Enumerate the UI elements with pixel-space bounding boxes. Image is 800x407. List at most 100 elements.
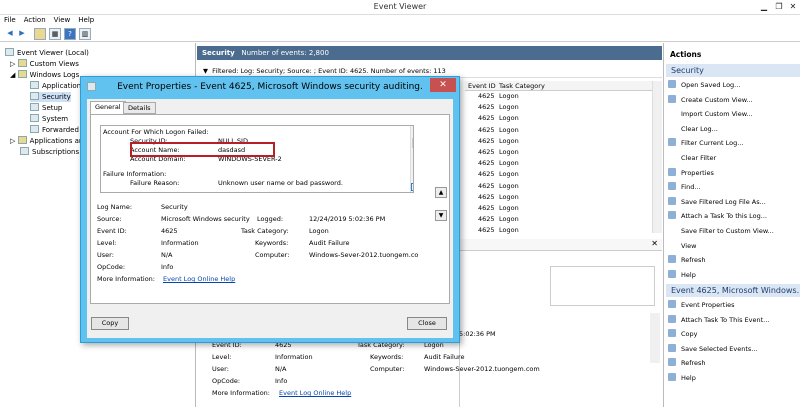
table-row[interactable]: 4625 Logon xyxy=(465,103,655,114)
copy-button[interactable]: Copy xyxy=(91,317,129,330)
action-label: Attach Task To This Event... xyxy=(681,315,770,324)
table-row[interactable]: 4625 Logon xyxy=(465,193,655,204)
log-icon xyxy=(30,103,39,111)
action-item[interactable]: Clear Filter xyxy=(668,152,716,164)
action-item[interactable]: Help xyxy=(668,269,696,281)
field-eventid-label: Event ID: xyxy=(97,227,127,235)
action-item[interactable]: Attach Task To This Event... xyxy=(668,314,769,326)
table-row[interactable]: 4625 Logon xyxy=(465,159,655,170)
action-label: Save Selected Events... xyxy=(681,344,758,353)
help-icon[interactable]: ? xyxy=(64,28,76,40)
row-task-category: Logon xyxy=(499,181,519,190)
table-row[interactable]: 4625 Logon xyxy=(465,204,655,215)
action-icon xyxy=(668,314,676,323)
menu-file[interactable]: File xyxy=(0,15,20,26)
log-icon xyxy=(30,92,39,100)
table-row[interactable]: 4625 Logon xyxy=(465,137,655,148)
table-row[interactable]: 4625 Logon xyxy=(465,226,655,237)
action-icon xyxy=(668,358,676,367)
action-item[interactable]: View xyxy=(668,240,696,252)
tree-item-setup[interactable]: Setup xyxy=(30,103,62,113)
forward-arrow-icon[interactable]: ▶ xyxy=(16,28,28,40)
menu-view[interactable]: View xyxy=(50,15,75,26)
event-properties-dialog: Event Properties - Event 4625, Microsoft… xyxy=(80,76,460,343)
previous-event-up-icon[interactable]: ▲ xyxy=(435,187,447,198)
action-item[interactable]: Import Custom View... xyxy=(668,108,753,120)
action-item[interactable]: Help xyxy=(668,372,696,384)
table-row[interactable]: 4625 Logon xyxy=(465,170,655,181)
panel-icon[interactable]: ▥ xyxy=(79,28,91,40)
table-row[interactable]: 4625 Logon xyxy=(465,182,655,193)
restore-icon[interactable]: ❐ xyxy=(772,1,786,13)
actions-section-event[interactable]: Event 4625, Microsoft Windows... xyxy=(666,284,800,297)
actions-section-security[interactable]: Security xyxy=(666,64,800,77)
action-item[interactable]: Copy xyxy=(668,328,698,340)
event-log-help-link[interactable]: Event Log Online Help xyxy=(163,275,235,283)
table-row[interactable]: 4625 Logon xyxy=(465,126,655,137)
next-event-down-icon[interactable]: ▼ xyxy=(435,210,447,221)
action-label: Help xyxy=(681,374,696,382)
field-computer: Windows-Sever-2012.tuongem.co xyxy=(309,251,419,259)
action-item[interactable]: Filter Current Log... xyxy=(668,137,743,149)
action-item[interactable]: Refresh xyxy=(668,357,706,369)
table-row[interactable]: 4625 Logon xyxy=(465,114,655,125)
event-detail-panel xyxy=(459,251,662,407)
scroll-down-icon[interactable]: ▼ xyxy=(411,183,413,191)
log-icon xyxy=(30,125,39,133)
minimize-icon[interactable]: ▁ xyxy=(757,1,771,13)
close-window-icon[interactable]: ✕ xyxy=(786,1,800,13)
tree-item-application[interactable]: Application xyxy=(30,81,81,91)
folder-icon xyxy=(17,70,27,78)
action-item[interactable]: Open Saved Log... xyxy=(668,79,740,91)
action-item[interactable]: Refresh xyxy=(668,254,706,266)
action-item[interactable]: Find... xyxy=(668,181,701,193)
properties-icon[interactable]: ▦ xyxy=(49,28,61,40)
action-item[interactable]: Save Filter to Custom View... xyxy=(668,225,774,237)
tree-item-security[interactable]: Security xyxy=(30,92,71,102)
table-row[interactable]: 4625 Logon xyxy=(465,215,655,226)
action-item[interactable]: Clear Log... xyxy=(668,123,718,135)
action-item[interactable]: Create Custom View... xyxy=(668,94,753,106)
tree-item-subscriptions[interactable]: Subscriptions xyxy=(20,147,79,157)
menu-action[interactable]: Action xyxy=(20,15,50,26)
row-task-category: Logon xyxy=(499,170,519,179)
detail-moreinfo-link[interactable]: Event Log Online Help xyxy=(279,389,351,397)
action-item[interactable]: Attach a Task To this Log... xyxy=(668,210,767,222)
tab-details[interactable]: Details xyxy=(123,102,156,114)
tree-item-forwarded[interactable]: Forwarded E xyxy=(30,125,86,135)
event-description-box[interactable]: Account For Which Logon Failed: Security… xyxy=(100,125,414,193)
detail-scrollbar[interactable] xyxy=(650,313,660,363)
tree-item-system[interactable]: System xyxy=(30,114,68,124)
action-item[interactable]: Save Filtered Log File As... xyxy=(668,196,766,208)
tab-general[interactable]: General xyxy=(90,101,126,115)
actions-pane: Actions Security Event 4625, Microsoft W… xyxy=(663,43,800,407)
close-icon[interactable]: ✕ xyxy=(651,239,658,248)
action-item[interactable]: Event Properties xyxy=(668,299,735,311)
field-source: Microsoft Windows security xyxy=(161,215,250,223)
log-header: Security Number of events: 2,800 xyxy=(197,46,662,60)
row-event-id: 4625 xyxy=(478,204,495,212)
tree-item-applications[interactable]: ▷ Applications an xyxy=(10,136,83,146)
scroll-up-icon[interactable]: ▲ xyxy=(412,127,413,134)
table-row[interactable]: 4625 Logon xyxy=(465,92,655,103)
description-scrollbar[interactable]: ▲ ▼ xyxy=(410,126,413,192)
row-event-id: 4625 xyxy=(478,192,495,201)
column-event-id[interactable]: Event ID xyxy=(468,82,496,90)
table-row[interactable]: 4625 Logon xyxy=(465,148,655,159)
folder-icon[interactable] xyxy=(34,28,46,40)
tree-item-event-viewer[interactable]: Event Viewer (Local) xyxy=(5,48,89,58)
detail-user: N/A xyxy=(275,365,287,373)
tree-item-custom-views[interactable]: ▷ Custom Views xyxy=(10,59,79,69)
scroll-thumb[interactable] xyxy=(412,138,413,148)
menu-help[interactable]: Help xyxy=(74,15,98,26)
action-icon xyxy=(668,343,676,352)
back-arrow-icon[interactable]: ◀ xyxy=(4,28,16,40)
close-button[interactable]: Close xyxy=(407,317,447,330)
action-icon xyxy=(668,329,676,338)
column-task-category[interactable]: Task Category xyxy=(499,82,545,90)
action-item[interactable]: Save Selected Events... xyxy=(668,343,757,355)
dialog-close-icon[interactable]: ✕ xyxy=(430,78,456,92)
tree-item-windows-logs[interactable]: ◢ Windows Logs xyxy=(10,70,79,80)
field-level: Information xyxy=(161,239,199,247)
action-item[interactable]: Properties xyxy=(668,167,714,179)
